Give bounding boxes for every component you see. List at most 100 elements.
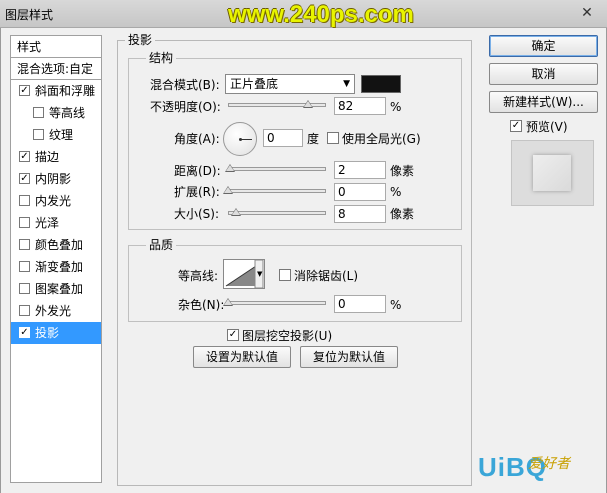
style-item-checkbox[interactable] bbox=[33, 107, 44, 118]
style-item-checkbox[interactable] bbox=[33, 129, 44, 140]
style-item[interactable]: 颜色叠加 bbox=[11, 234, 101, 256]
style-item[interactable]: ✓ 内阴影 bbox=[11, 168, 101, 190]
style-item[interactable]: 光泽 bbox=[11, 212, 101, 234]
noise-slider[interactable] bbox=[228, 301, 326, 305]
opacity-unit: % bbox=[390, 100, 402, 114]
global-light-label: 使用全局光(G) bbox=[342, 132, 421, 146]
angle-label: 角度(A): bbox=[174, 132, 220, 146]
style-item-label: 纹理 bbox=[49, 128, 74, 142]
size-input[interactable]: 8 bbox=[334, 205, 386, 223]
style-item-label: 斜面和浮雕 bbox=[35, 84, 96, 98]
style-item-label: 颜色叠加 bbox=[35, 238, 84, 252]
style-item-checkbox[interactable]: ✓ bbox=[19, 85, 30, 96]
style-item[interactable]: ✓ 描边 bbox=[11, 146, 101, 168]
knockout-label: 图层挖空投影(U) bbox=[242, 329, 333, 343]
distance-slider-thumb[interactable] bbox=[225, 164, 235, 172]
size-label: 大小(S): bbox=[174, 207, 220, 221]
styles-header[interactable]: 样式 bbox=[11, 36, 101, 58]
style-item[interactable]: 图案叠加 bbox=[11, 278, 101, 300]
anti-alias-checkbox[interactable] bbox=[279, 269, 291, 281]
blending-options-item[interactable]: 混合选项:自定 bbox=[11, 58, 101, 80]
style-item-checkbox[interactable]: ✓ bbox=[19, 173, 30, 184]
new-style-button[interactable]: 新建样式(W)... bbox=[489, 91, 598, 113]
svg-text:▼: ▼ bbox=[257, 270, 263, 278]
distance-unit: 像素 bbox=[390, 164, 415, 178]
style-item-checkbox[interactable]: ✓ bbox=[19, 327, 30, 338]
noise-label: 杂色(N): bbox=[178, 298, 225, 312]
styles-header-label: 样式 bbox=[17, 40, 42, 54]
structure-title: 结构 bbox=[146, 51, 177, 65]
angle-center-dot bbox=[239, 138, 242, 141]
contour-picker[interactable]: ▼ bbox=[223, 259, 265, 289]
opacity-input[interactable]: 82 bbox=[334, 97, 386, 115]
blending-options-label: 混合选项:自定 bbox=[17, 62, 94, 76]
knockout-checkbox[interactable]: ✓ bbox=[227, 329, 239, 341]
preview-square bbox=[533, 155, 571, 191]
reset-default-button[interactable]: 复位为默认值 bbox=[300, 346, 398, 368]
anti-alias-label: 消除锯齿(L) bbox=[294, 269, 359, 283]
contour-curve-icon: ▼ bbox=[225, 259, 264, 289]
distance-slider[interactable] bbox=[228, 167, 326, 171]
style-item[interactable]: 渐变叠加 bbox=[11, 256, 101, 278]
contour-label: 等高线: bbox=[178, 269, 219, 283]
style-list: 样式 混合选项:自定 ✓ 斜面和浮雕等高线纹理 ✓ 描边 ✓ 内阴影内发光光泽颜色叠加渐变… bbox=[10, 35, 102, 483]
preview-checkbox[interactable]: ✓ bbox=[510, 120, 522, 132]
style-item-checkbox[interactable] bbox=[19, 305, 30, 316]
size-unit: 像素 bbox=[390, 207, 415, 221]
style-item-checkbox[interactable] bbox=[19, 261, 30, 272]
angle-input[interactable]: 0 bbox=[263, 129, 303, 147]
watermark-text: www.240ps.com bbox=[228, 1, 414, 28]
style-item[interactable]: ✓ 投影 bbox=[11, 322, 101, 344]
spread-slider-thumb[interactable] bbox=[223, 186, 233, 194]
style-item[interactable]: 内发光 bbox=[11, 190, 101, 212]
style-item[interactable]: 等高线 bbox=[11, 102, 101, 124]
style-item-checkbox[interactable] bbox=[19, 195, 30, 206]
style-item-checkbox[interactable] bbox=[19, 239, 30, 250]
style-preview-thumbnail bbox=[511, 140, 594, 206]
style-item-label: 等高线 bbox=[49, 106, 86, 120]
style-item[interactable]: 外发光 bbox=[11, 300, 101, 322]
blend-mode-label: 混合模式(B): bbox=[150, 78, 220, 92]
spread-input[interactable]: 0 bbox=[334, 183, 386, 201]
style-item-label: 内阴影 bbox=[35, 172, 72, 186]
noise-slider-thumb[interactable] bbox=[223, 298, 233, 306]
window-title: 图层样式 bbox=[5, 8, 54, 22]
quality-title: 品质 bbox=[146, 238, 177, 252]
style-item[interactable]: ✓ 斜面和浮雕 bbox=[11, 80, 101, 102]
style-item-label: 光泽 bbox=[35, 216, 60, 230]
noise-unit: % bbox=[390, 298, 402, 312]
shadow-color-swatch[interactable] bbox=[361, 75, 401, 93]
ok-button[interactable]: 确定 bbox=[489, 35, 598, 57]
blend-mode-value: 正片叠底 bbox=[230, 77, 279, 91]
style-item-checkbox[interactable] bbox=[19, 283, 30, 294]
chevron-down-icon: ▼ bbox=[343, 79, 350, 89]
distance-label: 距离(D): bbox=[174, 164, 221, 178]
make-default-button[interactable]: 设置为默认值 bbox=[193, 346, 291, 368]
distance-input[interactable]: 2 bbox=[334, 161, 386, 179]
style-item-label: 图案叠加 bbox=[35, 282, 84, 296]
blend-mode-select[interactable]: 正片叠底 ▼ bbox=[225, 74, 355, 94]
size-slider[interactable] bbox=[228, 211, 326, 215]
angle-unit: 度 bbox=[307, 132, 320, 146]
opacity-label: 不透明度(O): bbox=[150, 100, 221, 114]
style-item-label: 内发光 bbox=[35, 194, 72, 208]
opacity-slider-thumb[interactable] bbox=[303, 100, 314, 108]
drop-shadow-title: 投影 bbox=[125, 33, 156, 47]
style-item[interactable]: 纹理 bbox=[11, 124, 101, 146]
style-item-checkbox[interactable] bbox=[19, 217, 30, 228]
style-item-label: 渐变叠加 bbox=[35, 260, 84, 274]
cancel-button[interactable]: 取消 bbox=[489, 63, 598, 85]
angle-dial[interactable] bbox=[223, 122, 257, 156]
title-bar: 图层样式 www.240ps.com ✕ bbox=[0, 0, 607, 28]
spread-slider[interactable] bbox=[228, 189, 326, 193]
spread-unit: % bbox=[390, 185, 402, 199]
global-light-checkbox[interactable] bbox=[327, 132, 339, 144]
spread-label: 扩展(R): bbox=[174, 185, 220, 199]
style-item-label: 外发光 bbox=[35, 304, 72, 318]
close-icon[interactable]: ✕ bbox=[578, 5, 596, 21]
preview-label: 预览(V) bbox=[526, 120, 568, 134]
size-slider-thumb[interactable] bbox=[231, 208, 241, 216]
noise-input[interactable]: 0 bbox=[334, 295, 386, 313]
style-item-checkbox[interactable]: ✓ bbox=[19, 151, 30, 162]
style-item-label: 描边 bbox=[35, 150, 60, 164]
